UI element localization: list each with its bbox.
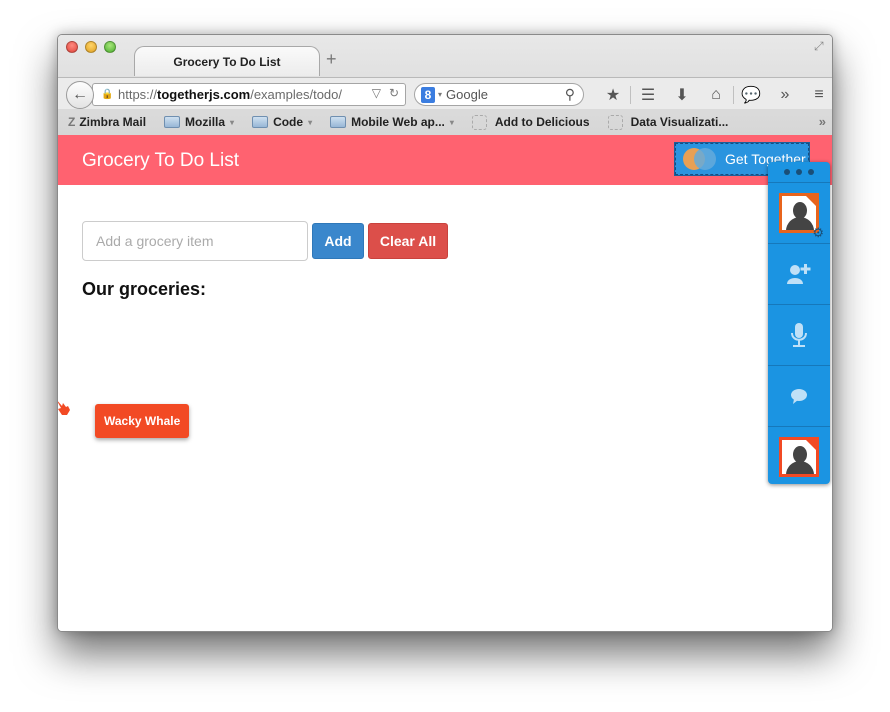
add-button[interactable]: Add bbox=[312, 223, 364, 259]
lock-icon: 🔒 bbox=[101, 89, 114, 100]
tab-grocery-to-do-list[interactable]: Grocery To Do List bbox=[134, 46, 320, 76]
search-placeholder: Google bbox=[446, 87, 488, 102]
zimbra-icon: Z bbox=[68, 115, 76, 129]
bookmark-zimbra-mail[interactable]: Z Zimbra Mail bbox=[68, 115, 146, 129]
chat-bubble-icon bbox=[791, 389, 807, 404]
tab-title: Grocery To Do List bbox=[173, 54, 281, 69]
fullscreen-icon[interactable]: ⤢ bbox=[814, 39, 828, 53]
bookmarks-list-icon[interactable]: ☰ bbox=[631, 85, 665, 105]
url-bar[interactable]: 🔒 https:// togetherjs.com /examples/todo… bbox=[92, 83, 406, 106]
bookmark-folder-code[interactable]: Code ▾ bbox=[252, 115, 312, 129]
history-dropmarker-icon[interactable]: ▽ bbox=[372, 86, 381, 100]
bookmark-label: Zimbra Mail bbox=[79, 115, 147, 129]
bookmark-placeholder-icon bbox=[471, 114, 487, 130]
together-chat-icon[interactable]: 💬 bbox=[734, 85, 768, 105]
toolbar-icons: ★ ☰ ⬇ ⌂ 💬 » ≡ bbox=[596, 84, 832, 106]
peer-avatar-wacky-whale[interactable] bbox=[779, 437, 819, 477]
add-user-icon bbox=[787, 264, 811, 284]
zoom-window-button[interactable] bbox=[104, 41, 116, 53]
navigation-toolbar: 🔒 https:// togetherjs.com /examples/todo… bbox=[58, 77, 832, 109]
downloads-icon[interactable]: ⬇ bbox=[665, 85, 699, 105]
chevron-down-icon: ▾ bbox=[308, 117, 313, 127]
menu-icon[interactable]: ≡ bbox=[802, 86, 832, 104]
chevron-down-icon: ▾ bbox=[449, 117, 454, 127]
reload-icon[interactable]: ↻ bbox=[389, 86, 399, 100]
bookmarks-toolbar: Z Zimbra Mail Mozilla ▾ Code ▾ Mobile We… bbox=[58, 109, 832, 135]
settings-gear-icon[interactable]: ⚙ bbox=[812, 225, 824, 241]
dock-audio-button[interactable] bbox=[768, 304, 830, 365]
back-arrow-icon: ← bbox=[72, 86, 88, 103]
chevron-down-icon: ▾ bbox=[230, 117, 235, 127]
url-path: /examples/todo/ bbox=[250, 87, 342, 102]
url-domain: togetherjs.com bbox=[157, 87, 251, 102]
folder-icon bbox=[252, 116, 269, 128]
minimize-window-button[interactable] bbox=[85, 41, 97, 53]
bookmark-label: Code bbox=[273, 115, 304, 129]
groceries-heading: Our groceries: bbox=[82, 279, 207, 299]
bookmark-label: Add to Delicious bbox=[494, 115, 590, 129]
bookmarks-overflow-icon[interactable]: » bbox=[819, 114, 826, 129]
engine-caret-icon[interactable]: ▾ bbox=[438, 90, 442, 99]
close-window-button[interactable] bbox=[66, 41, 78, 53]
google-engine-icon[interactable]: 8 bbox=[421, 86, 435, 103]
page-content: Grocery To Do List Get Together Add Clea… bbox=[58, 135, 832, 631]
bookmark-data-visualization[interactable]: Data Visualizati... bbox=[607, 114, 729, 130]
bookmark-label: Data Visualizati... bbox=[630, 115, 729, 129]
togetherjs-logo-icon bbox=[683, 148, 717, 170]
folder-icon bbox=[330, 116, 347, 128]
dock-self-avatar-button[interactable]: ⚙ bbox=[768, 182, 830, 243]
dock-chat-button[interactable] bbox=[768, 365, 830, 426]
dock-invite-button[interactable] bbox=[768, 243, 830, 304]
bookmark-placeholder-icon bbox=[607, 114, 623, 130]
tab-strip: Grocery To Do List + ⤢ bbox=[58, 35, 832, 77]
bookmark-add-to-delicious[interactable]: Add to Delicious bbox=[471, 114, 590, 130]
microphone-icon bbox=[791, 323, 807, 347]
overflow-chevron-icon[interactable]: » bbox=[768, 86, 802, 104]
bookmark-label: Mobile Web ap... bbox=[351, 115, 445, 129]
search-icon[interactable]: ⚲ bbox=[565, 86, 575, 103]
remote-cursor-label: Wacky Whale bbox=[95, 404, 190, 438]
home-icon[interactable]: ⌂ bbox=[699, 86, 733, 104]
browser-chrome: Grocery To Do List + ⤢ 🔒 https:// togeth… bbox=[58, 35, 832, 135]
grocery-item-input[interactable] bbox=[82, 221, 308, 261]
bookmark-star-icon[interactable]: ★ bbox=[596, 85, 630, 105]
togetherjs-dock: ⚙ bbox=[768, 162, 830, 484]
bookmark-folder-mozilla[interactable]: Mozilla ▾ bbox=[164, 115, 234, 129]
bookmark-label: Mozilla bbox=[185, 115, 226, 129]
new-tab-button[interactable]: + bbox=[326, 49, 337, 69]
bookmark-folder-mobile-web[interactable]: Mobile Web ap... ▾ bbox=[330, 115, 454, 129]
browser-window: Grocery To Do List + ⤢ 🔒 https:// togeth… bbox=[57, 34, 833, 632]
app-title: Grocery To Do List bbox=[82, 150, 239, 171]
window-controls bbox=[66, 41, 116, 53]
clear-all-button[interactable]: Clear All bbox=[368, 223, 448, 259]
dock-peer-avatar-button[interactable] bbox=[768, 426, 830, 487]
back-button[interactable]: ← bbox=[66, 81, 94, 109]
remote-cursor-hand-icon bbox=[58, 401, 70, 415]
url-scheme: https:// bbox=[118, 87, 158, 102]
folder-icon bbox=[164, 116, 181, 128]
dock-drag-handle[interactable] bbox=[768, 162, 830, 182]
search-bar[interactable]: 8 ▾ Google ⚲ bbox=[414, 83, 584, 106]
remote-user-name: Wacky Whale bbox=[104, 414, 181, 428]
